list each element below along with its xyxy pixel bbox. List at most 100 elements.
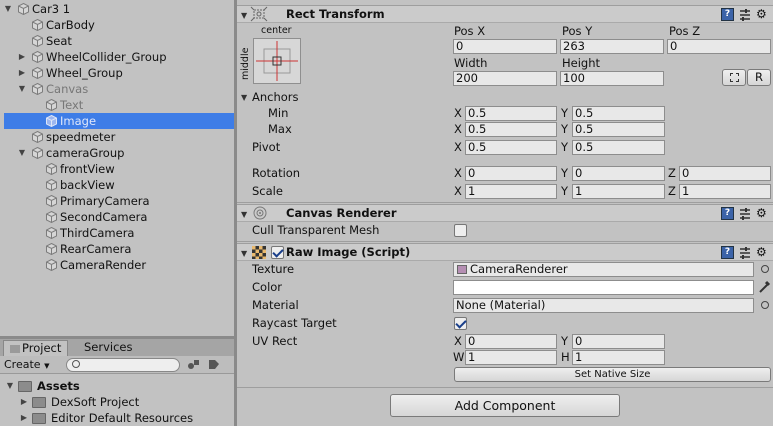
anchor-max-y-field[interactable]: 0.5 [572, 122, 665, 137]
project-tabbar: Project Services [0, 339, 234, 356]
foldout-expanded-icon[interactable]: ▼ [6, 378, 14, 394]
help-icon[interactable]: ? [721, 207, 734, 220]
hierarchy-item[interactable]: Text [4, 97, 234, 113]
raycast-target-checkbox[interactable] [454, 317, 467, 330]
object-picker-icon[interactable] [761, 265, 769, 273]
rect-transform-header[interactable]: ▼ Rect Transform ? ⚙ [237, 5, 773, 23]
asset-folder-item[interactable]: ▼ Assets [0, 378, 234, 394]
pivot-y-axis-label: Y [561, 140, 569, 154]
rotation-x-field[interactable]: 0 [465, 166, 557, 181]
hierarchy-item[interactable]: speedmeter [4, 129, 234, 145]
gameobject-cube-icon [32, 50, 43, 64]
uv-y-field[interactable]: 0 [572, 334, 665, 349]
help-icon[interactable]: ? [721, 246, 734, 259]
hierarchy-item-label: backView [60, 178, 115, 192]
hierarchy-item[interactable]: backView [4, 177, 234, 193]
scale-x-field[interactable]: 1 [465, 184, 557, 199]
hierarchy-item[interactable]: frontView [4, 161, 234, 177]
anchor-presets-button[interactable] [253, 38, 301, 84]
scale-y-field[interactable]: 1 [572, 184, 665, 199]
hierarchy-item-label: Canvas [46, 82, 89, 96]
hierarchy-item[interactable]: ▶ WheelCollider_Group [4, 49, 234, 65]
gear-icon[interactable]: ⚙ [756, 206, 767, 220]
pos-z-field[interactable]: 0 [667, 39, 771, 54]
anchor-min-x-field[interactable]: 0.5 [465, 106, 557, 121]
hierarchy-item-label: frontView [60, 162, 115, 176]
foldout-expanded-icon[interactable]: ▼ [4, 1, 12, 17]
width-field[interactable]: 200 [453, 71, 557, 86]
gameobject-cube-icon [46, 210, 57, 224]
texture-label: Texture [252, 262, 295, 276]
foldout-expanded-icon[interactable]: ▼ [18, 81, 26, 97]
filter-by-type-icon[interactable] [188, 359, 200, 370]
pos-z-label: Pos Z [669, 24, 701, 38]
rotation-z-field[interactable]: 0 [679, 166, 771, 181]
gear-icon[interactable]: ⚙ [756, 245, 767, 259]
rotation-y-field[interactable]: 0 [572, 166, 665, 181]
asset-folder-item[interactable]: ▶ Editor Default Resources [0, 410, 234, 426]
hierarchy-item[interactable]: ▼ Canvas [4, 81, 234, 97]
hierarchy-item[interactable]: CarBody [4, 17, 234, 33]
preset-icon[interactable] [739, 207, 751, 220]
raw-edit-button[interactable]: R [747, 69, 771, 86]
blueprint-mode-button[interactable] [722, 69, 746, 86]
hierarchy-item[interactable]: Seat [4, 33, 234, 49]
horizontal-splitter[interactable] [0, 336, 234, 339]
help-icon[interactable]: ? [721, 8, 734, 21]
add-component-button[interactable]: Add Component [390, 394, 620, 417]
color-swatch[interactable] [453, 280, 754, 295]
create-dropdown[interactable]: Create ▼ [4, 358, 49, 372]
set-native-size-button[interactable]: Set Native Size [454, 367, 771, 382]
anchors-label[interactable]: Anchors [252, 89, 299, 105]
hierarchy-item[interactable]: ▼ Car3 1 [4, 1, 234, 17]
scale-z-field[interactable]: 1 [679, 184, 771, 199]
hierarchy-item[interactable]: ThirdCamera [4, 225, 234, 241]
hierarchy-item[interactable]: CameraRender [4, 257, 234, 273]
tab-project[interactable]: Project [3, 340, 69, 356]
pivot-y-field[interactable]: 0.5 [572, 140, 665, 155]
height-field[interactable]: 100 [560, 71, 664, 86]
anchors-foldout-icon[interactable]: ▼ [241, 93, 247, 102]
project-search-input[interactable] [66, 358, 180, 372]
hierarchy-item[interactable]: PrimaryCamera [4, 193, 234, 209]
anchor-preset-v-label: middle [240, 47, 251, 80]
raw-image-header[interactable]: ▼ Raw Image (Script) ? ⚙ [237, 243, 773, 261]
pos-y-field[interactable]: 263 [560, 39, 664, 54]
object-picker-icon[interactable] [761, 301, 769, 309]
preset-icon[interactable] [739, 246, 751, 259]
foldout-collapsed-icon[interactable]: ▶ [18, 65, 26, 81]
foldout-collapsed-icon[interactable]: ▶ [20, 410, 28, 426]
foldout-arrow-icon[interactable]: ▼ [241, 210, 247, 219]
cull-transparent-mesh-checkbox[interactable] [454, 224, 467, 237]
hierarchy-item[interactable]: Image [4, 113, 234, 129]
anchor-max-x-field[interactable]: 0.5 [465, 122, 557, 137]
uv-x-field[interactable]: 0 [465, 334, 557, 349]
foldout-arrow-icon[interactable]: ▼ [241, 11, 247, 20]
foldout-collapsed-icon[interactable]: ▶ [20, 394, 28, 410]
hierarchy-item[interactable]: ▼ cameraGroup [4, 145, 234, 161]
foldout-expanded-icon[interactable]: ▼ [18, 145, 26, 161]
pivot-x-field[interactable]: 0.5 [465, 140, 557, 155]
foldout-collapsed-icon[interactable]: ▶ [18, 49, 26, 65]
hierarchy-item[interactable]: ▶ Wheel_Group [4, 65, 234, 81]
texture-field[interactable]: CameraRenderer [453, 262, 754, 277]
anchor-preset-icon [256, 41, 298, 81]
hierarchy-item[interactable]: SecondCamera [4, 209, 234, 225]
canvas-renderer-header[interactable]: ▼ Canvas Renderer ? ⚙ [237, 204, 773, 222]
filter-by-label-icon[interactable] [208, 359, 220, 370]
tab-services[interactable]: Services [78, 340, 139, 356]
material-field[interactable]: None (Material) [453, 298, 754, 313]
uv-w-field[interactable]: 1 [465, 350, 557, 365]
preset-icon[interactable] [739, 8, 751, 21]
anchor-min-y-field[interactable]: 0.5 [572, 106, 665, 121]
asset-folder-item[interactable]: ▶ DexSoft Project [0, 394, 234, 410]
foldout-arrow-icon[interactable]: ▼ [241, 249, 247, 258]
gear-icon[interactable]: ⚙ [756, 7, 767, 21]
pos-x-field[interactable]: 0 [453, 39, 557, 54]
hierarchy-item[interactable]: RearCamera [4, 241, 234, 257]
raw-image-enabled-checkbox[interactable] [271, 246, 284, 259]
anchor-max-x-axis-label: X [454, 122, 462, 136]
project-toolbar: Create ▼ [0, 356, 234, 374]
uv-h-field[interactable]: 1 [572, 350, 665, 365]
eyedropper-icon[interactable] [758, 279, 772, 297]
